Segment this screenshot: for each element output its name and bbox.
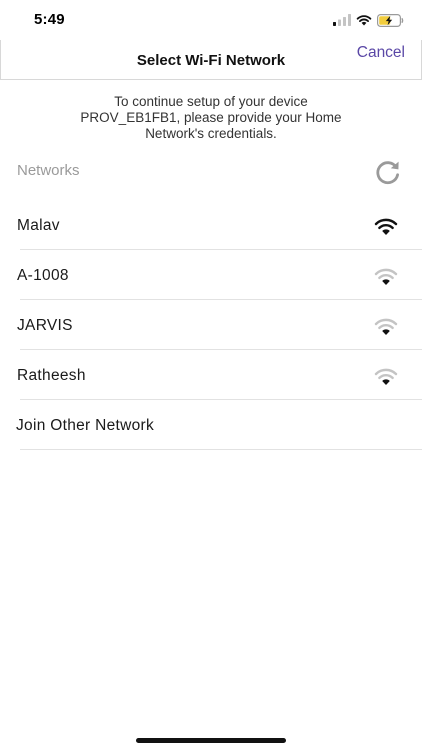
status-bar: 5:49: [0, 0, 422, 42]
network-name: JARVIS: [17, 317, 73, 334]
wifi-icon: [374, 268, 398, 285]
setup-instructions: To continue setup of your device PROV_EB…: [30, 94, 392, 142]
network-row-jarvis[interactable]: JARVIS: [0, 300, 422, 350]
cancel-button[interactable]: Cancel: [357, 44, 405, 62]
status-wifi-icon: [356, 15, 372, 26]
network-name: A-1008: [17, 267, 69, 284]
cellular-signal-icon: [333, 14, 351, 26]
network-name: Malav: [17, 217, 60, 234]
navigation-header: Select Wi-Fi Network Cancel: [0, 40, 422, 80]
refresh-icon[interactable]: [374, 158, 402, 186]
network-row-ratheesh[interactable]: Ratheesh: [0, 350, 422, 400]
join-other-network-button[interactable]: Join Other Network: [0, 400, 422, 450]
network-list: Malav A-1008 JARVIS Ratheesh Join Other …: [0, 200, 422, 450]
instruction-line: Network's credentials.: [145, 126, 277, 141]
network-row-malav[interactable]: Malav: [0, 200, 422, 250]
wifi-icon: [374, 218, 398, 235]
wifi-icon: [374, 368, 398, 385]
instruction-line: PROV_EB1FB1, please provide your Home: [80, 110, 342, 125]
networks-section-label: Networks: [17, 162, 80, 179]
join-other-network-label: Join Other Network: [16, 417, 155, 434]
row-divider: [20, 449, 422, 450]
status-icons: [333, 12, 404, 28]
wifi-icon: [374, 318, 398, 335]
network-row-a-1008[interactable]: A-1008: [0, 250, 422, 300]
instruction-line: To continue setup of your device: [114, 94, 308, 109]
battery-charging-icon: [377, 13, 404, 27]
status-time: 5:49: [34, 11, 65, 28]
wifi-selection-screen: 5:49 Select Wi-Fi Network Cancel To cont…: [0, 0, 422, 750]
home-indicator[interactable]: [136, 738, 286, 743]
network-name: Ratheesh: [17, 367, 86, 384]
